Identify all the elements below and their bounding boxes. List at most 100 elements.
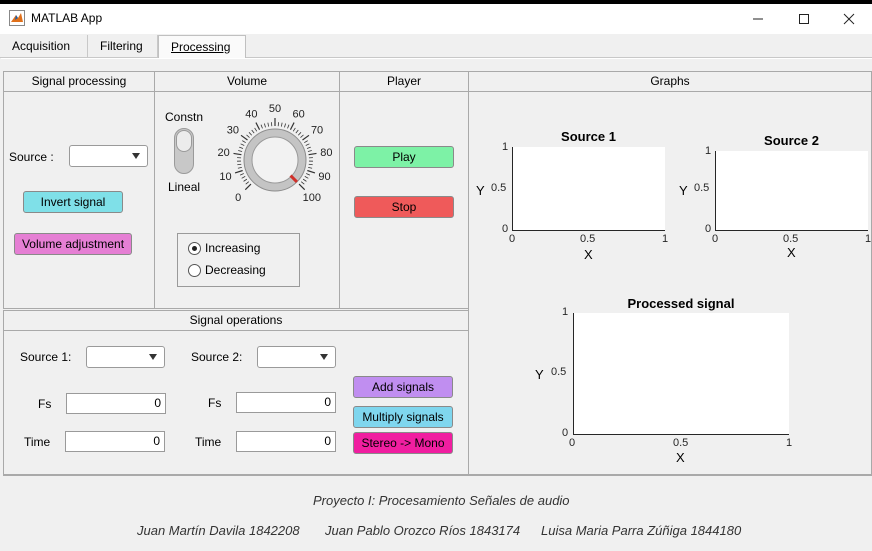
y-tick: 0 [705,223,712,235]
knob-tick [264,123,266,128]
knob-tick [260,124,263,129]
source1-label: Source 1: [20,350,72,364]
knob-tick [287,124,290,129]
axes-source1-plot[interactable] [512,147,665,230]
panel-title: Signal processing [4,72,154,92]
knob-tick [289,122,295,130]
author-2: Juan Pablo Orozco Ríos 1843174 [325,523,521,538]
y-tick: 1 [562,306,569,318]
knob-tick [304,140,308,144]
stereo-to-mono-button[interactable]: Stereo -> Mono [353,432,453,454]
x-axis-label: X [584,247,593,262]
x-tick: 0.5 [673,437,689,449]
knob-tick [234,169,243,174]
author-1: Juan Martín Davila 1842208 [137,523,300,538]
chevron-down-icon [132,153,140,159]
radio-decreasing-label: Decreasing [205,263,266,277]
add-signals-button[interactable]: Add signals [353,376,453,398]
knob-tick-label: 100 [303,192,321,204]
y-axis-line [573,313,574,435]
x-axis-line [573,434,789,435]
fs1-label: Fs [38,397,52,411]
source-dropdown[interactable] [69,145,148,167]
knob-tick [306,146,311,149]
knob-tick [237,163,242,166]
x-axis-label: X [787,245,796,260]
switch-thumb[interactable] [176,130,192,152]
radio-decreasing[interactable] [188,264,201,277]
x-tick: 0 [712,233,719,245]
switch-constn-label: Constn [165,110,204,124]
knob-tick [243,178,248,182]
author-3: Luisa Maria Parra Zúñiga 1844180 [541,523,742,538]
radio-increasing[interactable] [188,242,201,255]
knob-tick [302,134,310,141]
matlab-app-icon [9,10,25,26]
axes-processed-title: Processed signal [627,296,735,311]
knob-tick [307,169,316,174]
knob-tick [267,122,270,127]
knob-tick [248,132,253,136]
x-axis-line [715,230,868,231]
y-axis-label: Y [679,183,688,198]
time1-field[interactable]: 0 [65,431,165,452]
knob-tick-label: 20 [218,147,230,159]
minimize-button[interactable] [735,4,781,34]
invert-signal-button[interactable]: Invert signal [23,191,123,213]
chevron-down-icon [320,354,328,360]
y-axis-line [715,151,716,231]
tab-filtering[interactable]: Filtering [88,35,158,58]
knob-tick [292,127,296,132]
play-button[interactable]: Play [354,146,454,168]
axes-source1-title: Source 1 [561,129,616,144]
x-tick: 0 [569,437,576,449]
knob-tick [255,122,261,130]
knob-tick-label: 10 [219,171,231,183]
source2-dropdown[interactable] [257,346,336,368]
knob-tick [302,178,307,182]
knob-tick [233,152,242,156]
knob-tick-label: 80 [320,147,332,159]
tab-processing[interactable]: Processing [158,35,246,58]
volume-panel: Volume Constn Lineal 0 10 20 30 40 50 60 70 80 90… [154,71,340,309]
knob-tick [239,173,244,176]
radio-increasing-label: Increasing [205,241,261,255]
knob-tick-label: 70 [311,124,323,136]
y-axis-label: Y [476,183,485,198]
switch-lineal-label: Lineal [168,180,201,194]
x-tick: 0 [509,233,516,245]
axes-processed-plot[interactable] [573,313,789,434]
volume-knob[interactable]: 0 10 20 30 40 50 60 70 80 90 100 [213,98,337,222]
knob-tick [240,143,245,146]
knob-tick-label: 60 [292,109,304,121]
y-tick: 1 [705,145,712,157]
signal-processing-panel: Signal processing Source : Invert signal… [3,71,155,309]
knob-tick [240,134,248,141]
x-tick: 1 [786,437,793,449]
fs2-field[interactable]: 0 [236,392,336,413]
fs1-field[interactable]: 0 [66,393,166,414]
y-tick: 0.5 [694,182,710,194]
stop-button[interactable]: Stop [354,196,454,218]
time2-label: Time [195,435,222,449]
mode-switch[interactable] [174,128,194,174]
maximize-button[interactable] [781,4,827,34]
y-tick: 0 [502,223,509,235]
axes-source2-plot[interactable] [715,151,868,230]
knob-tick [242,140,246,144]
source1-dropdown[interactable] [86,346,165,368]
close-button[interactable] [826,4,872,34]
knob-tick [246,134,250,138]
graphs-panel: Graphs Source 1 1 0.5 0 0 0.5 1 X Y Sour… [468,71,872,475]
maximize-icon [799,14,809,24]
y-tick: 0.5 [551,366,567,378]
volume-adjustment-button[interactable]: Volume adjustment [14,233,132,255]
knob-tick-label: 90 [318,171,330,183]
knob-tick [307,150,312,152]
multiply-signals-button[interactable]: Multiply signals [353,406,453,428]
time2-field[interactable]: 0 [236,431,336,452]
tab-acquisition[interactable]: Acquisition [0,35,88,58]
knob-tick [239,146,244,149]
knob-tick [280,122,283,127]
knob-tick [304,176,309,179]
